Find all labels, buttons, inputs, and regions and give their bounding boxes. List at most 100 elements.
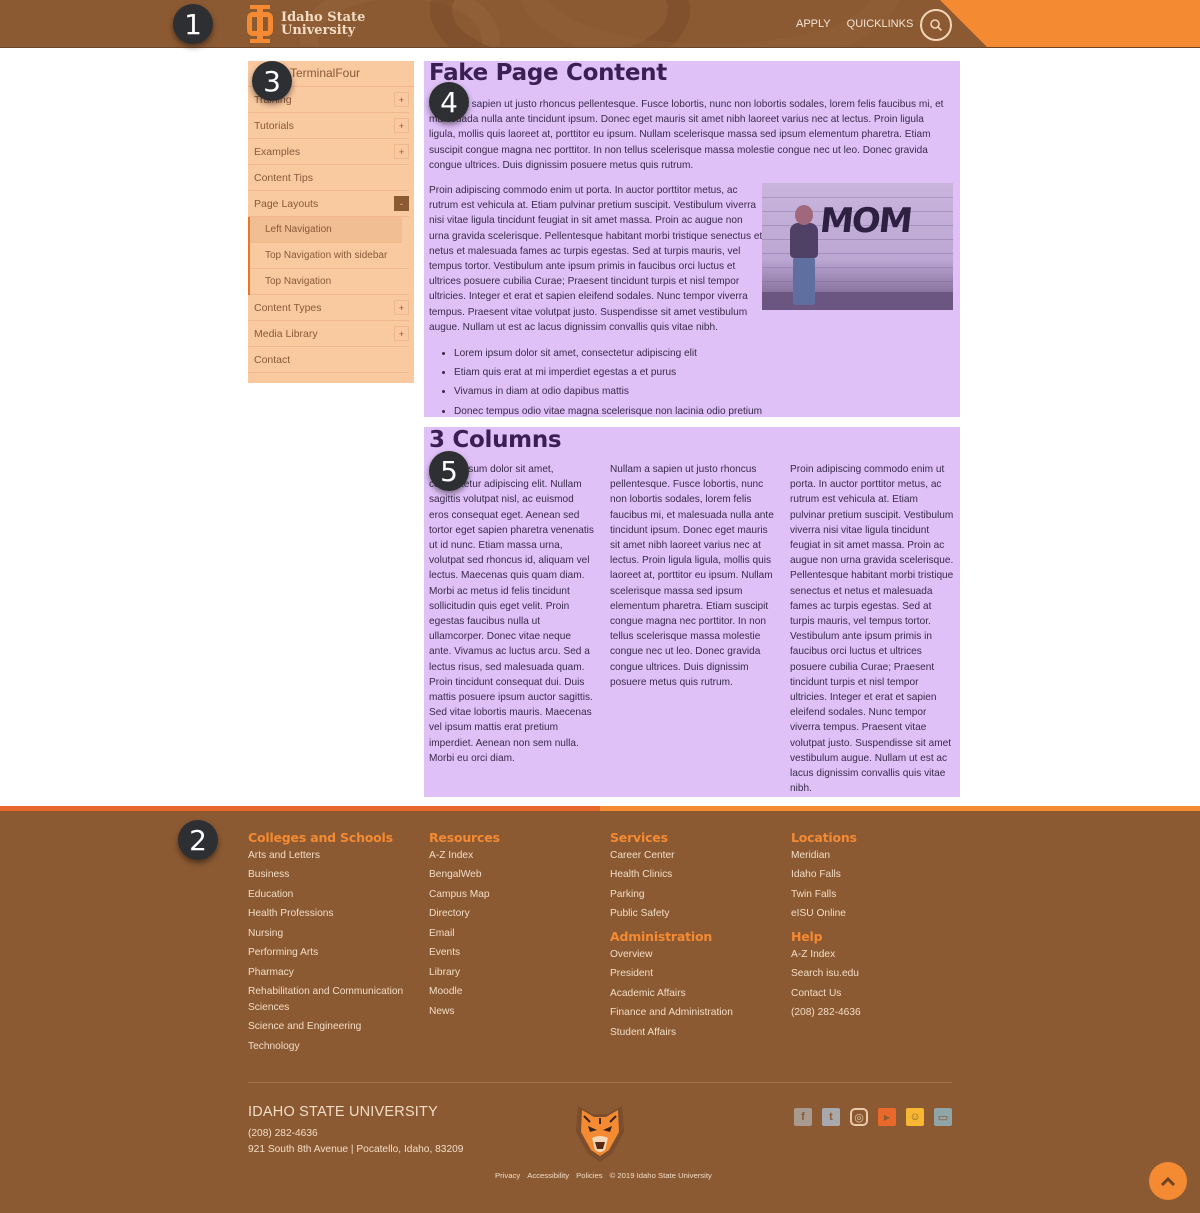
step-marker-2: 2 <box>178 820 218 860</box>
isu-logo-icon <box>247 5 273 43</box>
site-footer: Colleges and Schools Arts and Letters Bu… <box>0 806 1200 1213</box>
privacy-link[interactable]: Privacy <box>495 1171 520 1180</box>
nav-quicklinks[interactable]: QUICKLINKS <box>847 18 914 30</box>
footer-link[interactable]: A-Z Index <box>429 848 500 863</box>
sidebar-item-label: Content Tips <box>254 171 313 184</box>
university-phone: (208) 282-4636 <box>248 1128 318 1139</box>
header-orange-wedge <box>940 0 1200 47</box>
footer-link[interactable]: eISU Online <box>791 906 861 921</box>
footer-link[interactable]: Public Safety <box>610 906 733 921</box>
expand-toggle[interactable]: + <box>394 144 409 159</box>
footer-heading: Help <box>791 928 823 944</box>
sidebar-item-label: Contact <box>254 353 291 366</box>
footer-heading: Locations <box>791 830 857 845</box>
expand-toggle[interactable]: + <box>394 300 409 315</box>
footer-link[interactable]: Health Clinics <box>610 867 733 882</box>
search-button[interactable] <box>920 9 952 41</box>
bullet-list: Lorem ipsum dolor sit amet, consectetur … <box>454 346 762 423</box>
footer-link[interactable]: (208) 282-4636 <box>791 1005 861 1020</box>
page-title: Fake Page Content <box>429 60 667 86</box>
bengal-tiger-mascot-icon <box>576 1106 624 1162</box>
top-nav: APPLY QUICKLINKS <box>796 0 914 47</box>
footer-help: Help A-Z Index Search isu.edu Contact Us… <box>791 929 861 1021</box>
step-marker-5: 5 <box>429 451 469 491</box>
sidebar-item-label: Page Layouts <box>254 197 319 210</box>
accessibility-link[interactable]: Accessibility <box>527 1171 569 1180</box>
footer-link[interactable]: Contact Us <box>791 986 861 1001</box>
footer-link[interactable]: Overview <box>610 947 733 962</box>
sidebar-subitem-top-navigation[interactable]: Top Navigation <box>250 269 409 295</box>
footer-link[interactable]: Academic Affairs <box>610 986 733 1001</box>
footer-link[interactable]: Email <box>429 926 500 941</box>
facebook-icon[interactable]: f <box>794 1108 812 1126</box>
footer-link[interactable]: Arts and Letters <box>248 848 413 863</box>
expand-toggle[interactable]: + <box>394 326 409 341</box>
twitter-icon[interactable]: t <box>822 1108 840 1126</box>
footer-link[interactable]: Education <box>248 887 413 902</box>
footer-link[interactable]: Meridian <box>791 848 861 863</box>
expand-toggle[interactable]: + <box>394 118 409 133</box>
sidebar-item-label: Tutorials <box>254 119 294 132</box>
footer-link[interactable]: Performing Arts <box>248 945 413 960</box>
footer-link[interactable]: Student Affairs <box>610 1025 733 1040</box>
sidebar-subitem-left-navigation[interactable]: Left Navigation <box>250 217 402 243</box>
footer-link[interactable]: Moodle <box>429 984 500 999</box>
snapchat-icon[interactable]: ☺ <box>906 1108 924 1126</box>
chat-icon[interactable]: ▭ <box>934 1108 952 1126</box>
policies-link[interactable]: Policies <box>576 1171 603 1180</box>
three-columns-section: 3 Columns Lorem ipsum dolor sit amet, co… <box>424 427 960 797</box>
sidebar-item-content-types[interactable]: Content Types + <box>248 295 409 321</box>
footer-heading: Colleges and Schools <box>248 830 393 845</box>
column-1-text: Lorem ipsum dolor sit amet, consectetur … <box>429 464 594 764</box>
footer-link[interactable]: President <box>610 966 733 981</box>
columns-heading: 3 Columns <box>429 427 562 453</box>
expand-toggle[interactable]: + <box>394 92 409 107</box>
sidebar-subitem-top-nav-sidebar[interactable]: Top Navigation with sidebar <box>250 243 409 269</box>
footer-link[interactable]: Nursing <box>248 926 413 941</box>
footer-link[interactable]: Search isu.edu <box>791 966 861 981</box>
footer-locations-help: Locations Meridian Idaho Falls Twin Fall… <box>791 830 861 1025</box>
isu-logo[interactable]: Idaho State University <box>247 5 365 43</box>
footer-link[interactable]: A-Z Index <box>791 947 861 962</box>
university-address: 921 South 8th Avenue | Pocatello, Idaho,… <box>248 1144 464 1155</box>
instagram-icon[interactable]: ◎ <box>850 1108 868 1126</box>
footer-heading: Resources <box>429 830 500 845</box>
footer-link[interactable]: Directory <box>429 906 500 921</box>
intro-paragraph: Nullam a sapien ut justo rhoncus pellent… <box>429 99 944 171</box>
sidebar-item-contact[interactable]: Contact <box>248 347 409 373</box>
footer-link[interactable]: Health Professions <box>248 906 413 921</box>
collapse-toggle[interactable]: - <box>394 196 409 211</box>
column-3-text: Proin adipiscing commodo enim ut porta. … <box>790 464 954 795</box>
list-item: Vivamus in diam at odio dapibus mattis <box>454 384 762 403</box>
page-layouts-submenu: Left Navigation Top Navigation with side… <box>248 217 414 295</box>
footer-link[interactable]: Technology <box>248 1039 413 1054</box>
sidebar-item-tutorials[interactable]: Tutorials + <box>248 113 409 139</box>
footer-resources: Resources A-Z Index BengalWeb Campus Map… <box>429 830 500 1023</box>
footer-link[interactable]: Science and Engineering <box>248 1019 413 1034</box>
footer-link[interactable]: Business <box>248 867 413 882</box>
footer-link[interactable]: Events <box>429 945 500 960</box>
youtube-icon[interactable]: ▶ <box>878 1108 896 1126</box>
nav-apply[interactable]: APPLY <box>796 18 831 30</box>
sidebar-item-media-library[interactable]: Media Library + <box>248 321 409 347</box>
footer-link[interactable]: Career Center <box>610 848 733 863</box>
footer-link[interactable]: Campus Map <box>429 887 500 902</box>
footer-link[interactable]: Rehabilitation and Communication Science… <box>248 984 413 1015</box>
footer-link[interactable]: Twin Falls <box>791 887 861 902</box>
sidebar-item-page-layouts[interactable]: Page Layouts - <box>248 191 409 217</box>
footer-link[interactable]: BengalWeb <box>429 867 500 882</box>
footer-stripe <box>0 806 1200 811</box>
footer-link[interactable]: Parking <box>610 887 733 902</box>
sidebar-item-examples[interactable]: Examples + <box>248 139 409 165</box>
sidebar-item-content-tips[interactable]: Content Tips <box>248 165 409 191</box>
footer-link[interactable]: Library <box>429 965 500 980</box>
footer-link[interactable]: Finance and Administration <box>610 1005 733 1020</box>
body-paragraph: Proin adipiscing commodo enim ut porta. … <box>429 185 763 333</box>
footer-link[interactable]: Idaho Falls <box>791 867 861 882</box>
footer-heading: Services <box>610 830 668 845</box>
back-to-top-button[interactable] <box>1149 1162 1187 1200</box>
footer-link[interactable]: News <box>429 1004 500 1019</box>
legal-links: Privacy Accessibility Policies © 2019 Id… <box>495 1171 712 1180</box>
graffiti-text: MOM <box>817 201 913 241</box>
footer-link[interactable]: Pharmacy <box>248 965 413 980</box>
